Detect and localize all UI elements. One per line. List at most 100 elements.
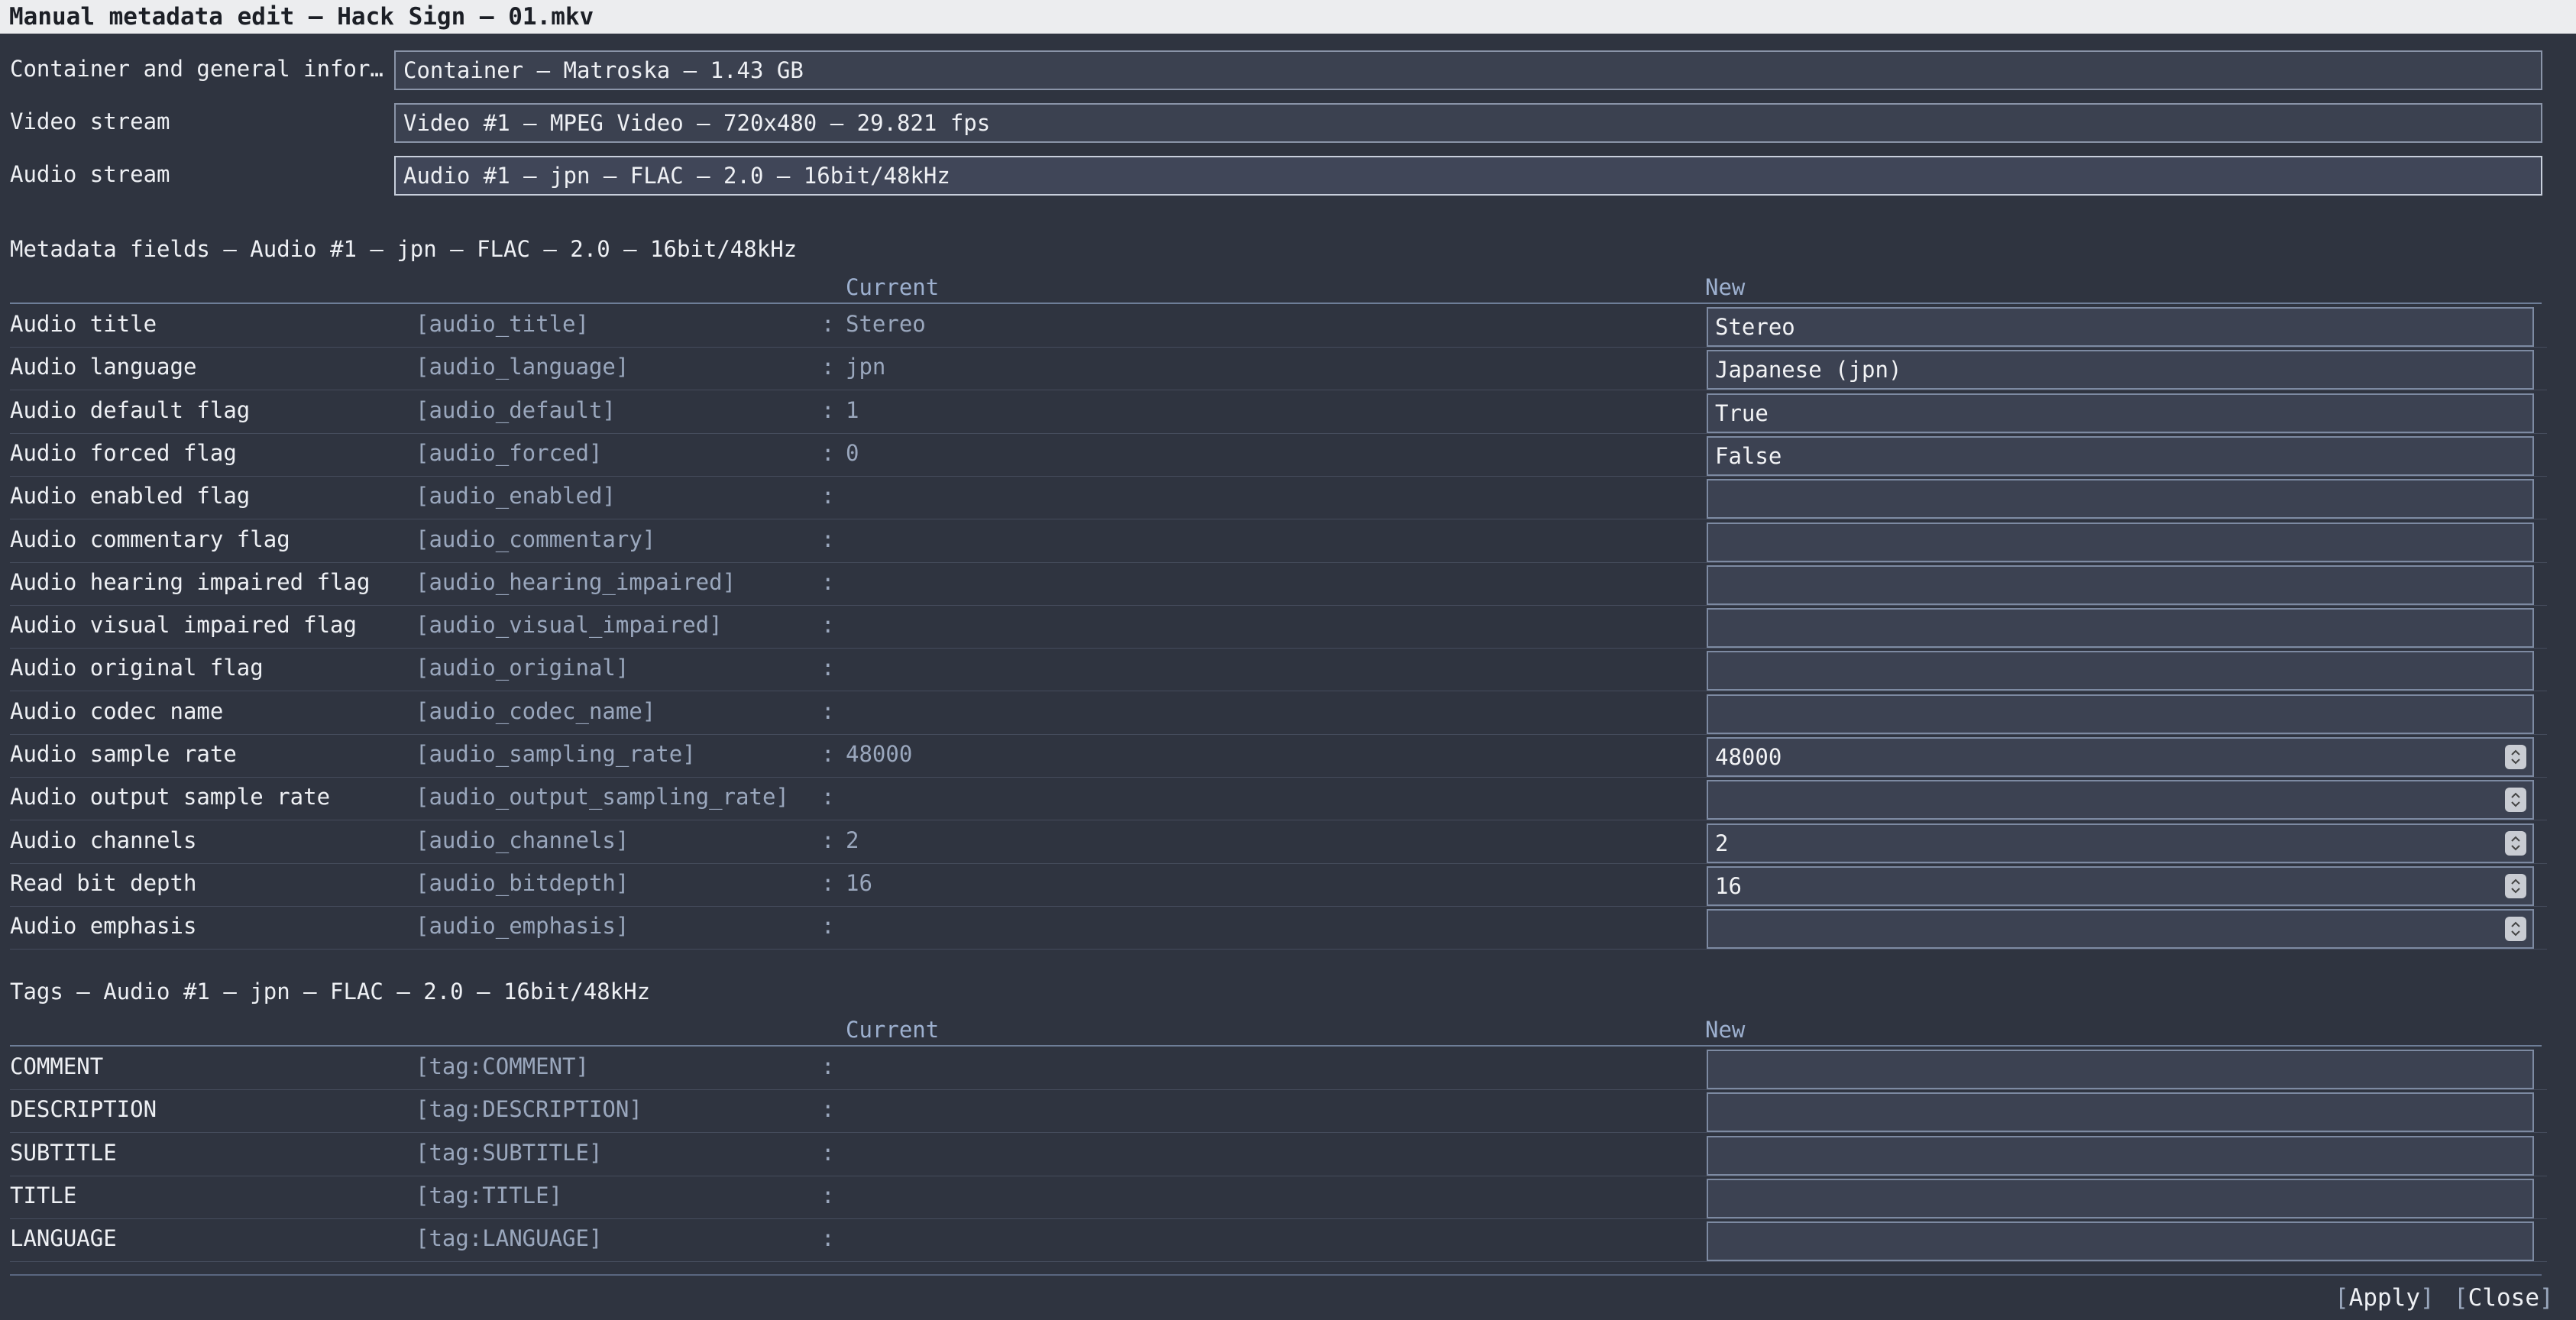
field-key: [tag:DESCRIPTION] (416, 1096, 642, 1123)
field-colon: : (821, 869, 835, 896)
field-label: Audio hearing impaired flag (10, 568, 371, 595)
field-key: [audio_commentary] (416, 526, 656, 552)
stream-row-audio: Audio stream Audio #1 – jpn – FLAC – 2.0… (0, 153, 2576, 196)
field-row: Audio enabled flag [audio_enabled]: (0, 477, 2576, 520)
bracket: ] (2539, 1284, 2554, 1312)
metadata-section-title: Metadata fields – Audio #1 – jpn – FLAC … (10, 236, 798, 262)
new-value-input[interactable] (1707, 522, 2534, 562)
field-colon: : (821, 913, 835, 940)
footer-divider (10, 1274, 2542, 1276)
field-key: [tag:COMMENT] (416, 1053, 589, 1079)
field-label: Audio output sample rate (10, 784, 331, 810)
new-value-input[interactable] (1707, 909, 2534, 950)
field-label: Audio emphasis (10, 913, 197, 940)
apply-button[interactable]: [Apply] (2335, 1281, 2435, 1315)
field-colon: : (821, 439, 835, 466)
stream-row-video: Video stream Video #1 – MPEG Video – 720… (0, 100, 2576, 143)
new-value-input[interactable] (1707, 1050, 2534, 1089)
new-value-input[interactable]: False (1707, 435, 2534, 476)
field-key: [audio_visual_impaired] (416, 612, 723, 639)
field-row: Audio title [audio_title]: Stereo Stereo (0, 305, 2576, 348)
field-key: [audio_bitdepth] (416, 869, 629, 896)
video-stream-select[interactable]: Video #1 – MPEG Video – 720x480 – 29.821… (394, 103, 2542, 143)
bracket: ] (2420, 1284, 2435, 1312)
field-row: SUBTITLE [tag:SUBTITLE]: (0, 1134, 2576, 1176)
field-label: COMMENT (10, 1053, 104, 1079)
spinner-icon[interactable] (2505, 873, 2526, 898)
new-value-input[interactable] (1707, 1092, 2534, 1133)
field-colon: : (821, 741, 835, 767)
field-row: TITLE [tag:TITLE]: (0, 1176, 2576, 1219)
close-button[interactable]: [Close] (2454, 1281, 2554, 1315)
new-value-input[interactable] (1707, 780, 2534, 820)
new-value-text: True (1715, 400, 1769, 426)
field-colon: : (821, 784, 835, 810)
stream-label: Video stream (10, 108, 170, 134)
field-key: [audio_default] (416, 396, 616, 423)
new-value-text: False (1715, 442, 1782, 469)
field-colon: : (821, 612, 835, 639)
field-colon: : (821, 1182, 835, 1208)
spinner-icon[interactable] (2505, 788, 2526, 813)
field-colon: : (821, 354, 835, 380)
new-value-input[interactable] (1707, 1221, 2534, 1262)
field-colon: : (821, 827, 835, 853)
new-value-text: Stereo (1715, 314, 1795, 340)
spinner-icon[interactable] (2505, 830, 2526, 856)
field-row: Audio visual impaired flag [audio_visual_… (0, 606, 2576, 649)
new-value-input[interactable] (1707, 565, 2534, 605)
field-row: Audio commentary flag [audio_commentary]: (0, 520, 2576, 563)
new-value-input[interactable] (1707, 651, 2534, 691)
field-label: Audio channels (10, 827, 197, 853)
current-value: 1 (846, 396, 859, 423)
new-value-input[interactable]: 16 (1707, 865, 2534, 906)
new-value-text: 16 (1715, 872, 1742, 899)
field-row: Audio default flag [audio_default]:1 True (0, 391, 2576, 434)
field-key: [audio_sampling_rate] (416, 741, 696, 767)
field-key: [audio_forced] (416, 439, 603, 466)
field-label: Audio original flag (10, 655, 264, 681)
new-value-input[interactable]: Japanese (jpn) (1707, 350, 2534, 390)
current-value: jpn (846, 354, 886, 380)
new-value-input[interactable]: True (1707, 393, 2534, 433)
field-row: Audio original flag [audio_original]: (0, 649, 2576, 692)
field-key: [tag:SUBTITLE] (416, 1139, 603, 1166)
field-row: COMMENT [tag:COMMENT]: (0, 1047, 2576, 1090)
field-colon: : (821, 526, 835, 552)
new-value-input[interactable]: 2 (1707, 823, 2534, 863)
audio-stream-select[interactable]: Audio #1 – jpn – FLAC – 2.0 – 16bit/48kH… (394, 156, 2542, 196)
field-row: Audio emphasis [audio_emphasis]: (0, 907, 2576, 950)
new-value-input[interactable] (1707, 694, 2534, 734)
container-select[interactable]: Container – Matroska – 1.43 GB (394, 50, 2542, 90)
field-row: Audio sample rate [audio_sampling_rate]: 4… (0, 735, 2576, 778)
apply-label: Apply (2348, 1284, 2420, 1312)
field-colon: : (821, 1053, 835, 1079)
field-label: Audio sample rate (10, 741, 237, 767)
new-value-input[interactable] (1707, 1178, 2534, 1218)
new-value-input[interactable]: 48000 (1707, 737, 2534, 777)
field-row: Read bit depth [audio_bitdepth]:16 16 (0, 864, 2576, 907)
field-key: [audio_original] (416, 655, 629, 681)
current-column-header: Current (846, 274, 940, 300)
field-row: Audio output sample rate [audio_output_sa… (0, 778, 2576, 821)
new-value-input[interactable] (1707, 1135, 2534, 1176)
field-colon: : (821, 1096, 835, 1123)
field-key: [audio_hearing_impaired] (416, 568, 736, 595)
field-label: SUBTITLE (10, 1139, 117, 1166)
new-value-input[interactable] (1707, 479, 2534, 519)
row-separator (10, 1261, 2547, 1263)
spinner-icon[interactable] (2505, 917, 2526, 942)
field-row: Audio forced flag [audio_forced]:0 False (0, 434, 2576, 477)
spinner-icon[interactable] (2505, 745, 2526, 769)
field-colon: : (821, 1139, 835, 1166)
current-value: 0 (846, 439, 859, 466)
new-value-input[interactable]: Stereo (1707, 307, 2534, 347)
new-value-input[interactable] (1707, 608, 2534, 649)
field-colon: : (821, 1225, 835, 1252)
field-key: [audio_enabled] (416, 483, 616, 510)
field-label: Audio title (10, 311, 157, 337)
stream-row-container: Container and general infor… Container –… (0, 47, 2576, 90)
field-colon: : (821, 396, 835, 423)
field-colon: : (821, 568, 835, 595)
current-value: 2 (846, 827, 859, 853)
